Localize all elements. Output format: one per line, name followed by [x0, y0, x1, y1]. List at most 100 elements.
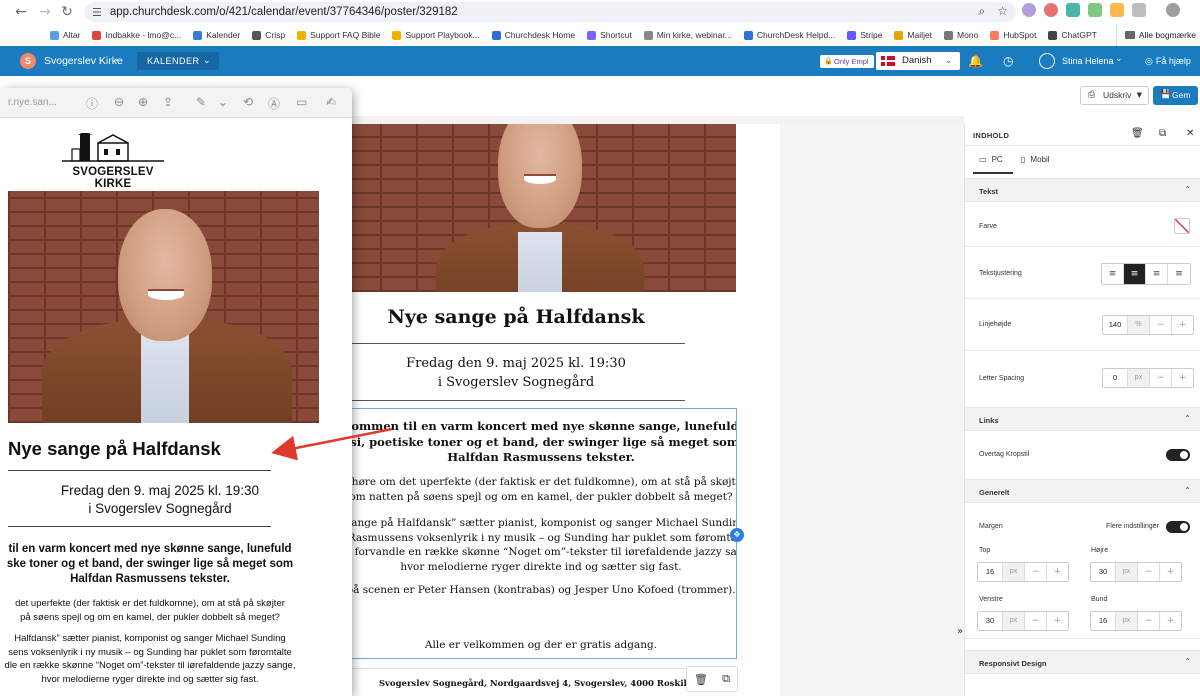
trash-icon[interactable]: 🗑: [1131, 128, 1144, 139]
address-bar[interactable]: ☰ app.churchdesk.com/o/421/calendar/even…: [84, 2, 1016, 22]
inherit-style-toggle[interactable]: [1166, 449, 1190, 461]
user-name[interactable]: Stina Helena: [1062, 56, 1114, 66]
right-margin-value[interactable]: 30: [1091, 563, 1115, 581]
decrement-button[interactable]: −: [1149, 369, 1171, 387]
tab-pc[interactable]: ▭ PC: [979, 155, 1003, 164]
forward-icon[interactable]: →: [34, 1, 56, 23]
module-selector[interactable]: KALENDER ⌄: [137, 52, 219, 70]
chevron-down-icon[interactable]: ⌄: [113, 54, 121, 64]
section-text-header[interactable]: Tekst ⌃: [965, 178, 1200, 202]
annotate-icon[interactable]: Ⓐ: [268, 95, 280, 112]
zoom-in-icon[interactable]: ⊕: [138, 95, 148, 109]
duplicate-icon[interactable]: ⧉: [1159, 128, 1166, 139]
form-icon[interactable]: ▭: [296, 95, 307, 109]
increment-button[interactable]: +: [1159, 612, 1181, 630]
bookmark-item[interactable]: Stripe: [847, 30, 882, 40]
extension-icon[interactable]: [1044, 3, 1058, 17]
bookmark-item[interactable]: ChurchDesk Helpd...: [743, 30, 835, 40]
bookmark-star-icon[interactable]: ☆: [997, 4, 1008, 19]
help-link[interactable]: ◎ Få hjælp: [1145, 56, 1191, 67]
poster-photo[interactable]: [344, 124, 736, 292]
expand-panel-icon[interactable]: »: [957, 626, 963, 637]
language-selector[interactable]: Danish ⌄: [876, 52, 960, 70]
print-button[interactable]: ⎙ Udskriv ▼: [1080, 86, 1149, 105]
align-left-button[interactable]: ≡: [1102, 264, 1124, 284]
rotate-icon[interactable]: ⟲: [243, 95, 253, 109]
save-button[interactable]: 💾 Gem: [1153, 86, 1198, 105]
bookmark-item[interactable]: Mailjet: [894, 30, 932, 40]
signature-icon[interactable]: ✍: [326, 95, 336, 109]
bookmark-item[interactable]: Crisp: [252, 30, 285, 40]
decrement-button[interactable]: −: [1024, 612, 1046, 630]
top-margin-value[interactable]: 16: [978, 563, 1002, 581]
align-justify-button[interactable]: ≡: [1168, 264, 1190, 284]
share-icon[interactable]: ⇪: [163, 95, 173, 109]
increment-button[interactable]: +: [1159, 563, 1181, 581]
bookmark-item[interactable]: Support Playbook...: [392, 30, 480, 40]
section-responsive-header[interactable]: Responsivt Design ⌃: [965, 650, 1200, 674]
more-settings-toggle[interactable]: [1166, 521, 1190, 533]
canvas-ruler: [352, 116, 964, 124]
description-line: sens voksenlyrik i ny musik – og Sunding…: [8, 646, 292, 658]
org-logo[interactable]: S: [20, 53, 36, 69]
bookmark-item[interactable]: Support FAQ Bible: [297, 30, 380, 40]
menu-dots-icon[interactable]: ⋮: [1196, 3, 1200, 17]
trash-icon[interactable]: 🗑: [694, 673, 708, 686]
letter-spacing-value[interactable]: 0: [1103, 369, 1127, 387]
extension-icon[interactable]: [1110, 3, 1124, 17]
move-handle-icon[interactable]: ✥: [730, 528, 744, 542]
chevron-down-icon[interactable]: ⌄: [1115, 54, 1123, 64]
bell-icon[interactable]: 🔔: [968, 54, 983, 68]
left-margin-value[interactable]: 30: [978, 612, 1002, 630]
poster-title[interactable]: Nye sange på Halfdansk: [344, 306, 688, 328]
poster-date[interactable]: Fredag den 9. maj 2025 kl. 19:30 i Svoge…: [344, 354, 688, 392]
bookmark-item[interactable]: Shortcut: [587, 30, 632, 40]
all-bookmarks-link[interactable]: Alle bogmærke: [1115, 24, 1200, 46]
text-color-picker[interactable]: [1174, 218, 1190, 234]
bookmark-item[interactable]: HubSpot: [990, 30, 1036, 40]
bookmark-item[interactable]: Churchdesk Home: [491, 30, 575, 40]
selected-text-block[interactable]: kommen til en varm koncert med nye skønn…: [340, 408, 737, 659]
increment-button[interactable]: +: [1046, 612, 1068, 630]
align-right-button[interactable]: ≡: [1146, 264, 1168, 284]
section-general-header[interactable]: Generelt ⌃: [965, 479, 1200, 503]
extension-icon[interactable]: [1088, 3, 1102, 17]
info-icon[interactable]: ⓘ: [86, 95, 98, 112]
chevron-down-icon[interactable]: ⌄: [218, 95, 228, 109]
line-height-value[interactable]: 140: [1103, 316, 1127, 334]
close-icon[interactable]: ✕: [1186, 128, 1194, 139]
bookmark-item[interactable]: Indbakke - lmo@c...: [92, 30, 181, 40]
decrement-button[interactable]: −: [1024, 563, 1046, 581]
align-center-button[interactable]: ≡: [1124, 264, 1146, 284]
bookmark-item[interactable]: ChatGPT: [1048, 30, 1097, 40]
org-name[interactable]: Svogerslev Kirke: [44, 55, 123, 67]
decrement-button[interactable]: −: [1149, 316, 1171, 334]
site-settings-icon[interactable]: ☰: [92, 6, 102, 19]
bookmark-item[interactable]: Min kirke, webinar...: [643, 30, 732, 40]
bookmark-item[interactable]: Kalender: [193, 30, 240, 40]
question-line: du høre om det uperfekte (der faktisk er…: [340, 476, 737, 488]
bookmark-item[interactable]: Mono: [944, 30, 978, 40]
extension-icon[interactable]: [1066, 3, 1080, 17]
tab-mobile[interactable]: ▯ Mobil: [1021, 155, 1050, 164]
extension-icon[interactable]: [1022, 3, 1036, 17]
back-icon[interactable]: ←: [10, 1, 32, 23]
zoom-out-icon[interactable]: ⊖: [114, 95, 124, 109]
section-links-header[interactable]: Links ⌃: [965, 407, 1200, 431]
reload-icon[interactable]: ↻: [56, 1, 78, 23]
puzzle-icon[interactable]: [1132, 3, 1146, 17]
decrement-button[interactable]: −: [1137, 612, 1159, 630]
duplicate-icon[interactable]: ⧉: [722, 672, 730, 686]
increment-button[interactable]: +: [1171, 369, 1193, 387]
visibility-badge[interactable]: 🔒 Only Empl: [820, 55, 874, 68]
zoom-icon[interactable]: ⌕: [979, 4, 986, 19]
avatar[interactable]: [1039, 53, 1055, 69]
profile-icon[interactable]: [1166, 3, 1180, 17]
bottom-margin-value[interactable]: 16: [1091, 612, 1115, 630]
increment-button[interactable]: +: [1171, 316, 1193, 334]
clock-icon[interactable]: ◷: [1003, 54, 1013, 68]
decrement-button[interactable]: −: [1137, 563, 1159, 581]
markup-icon[interactable]: ✎: [196, 95, 206, 109]
bookmark-item[interactable]: Altar: [50, 30, 80, 40]
increment-button[interactable]: +: [1046, 563, 1068, 581]
